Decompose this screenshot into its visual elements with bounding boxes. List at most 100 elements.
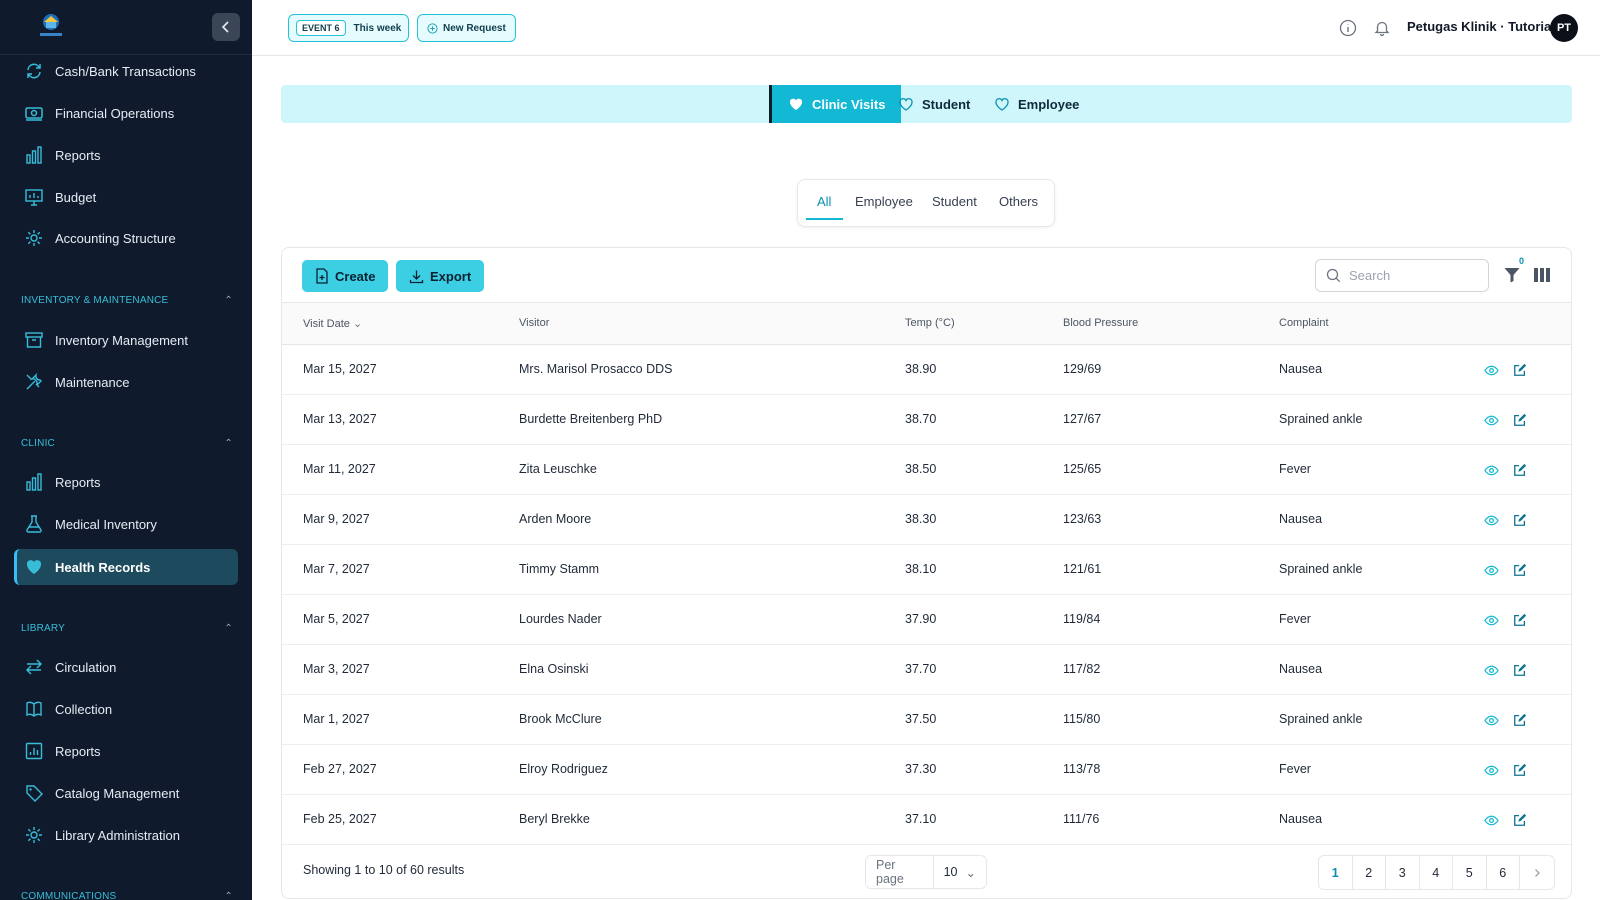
sidebar-item-collection[interactable]: Collection bbox=[14, 691, 238, 727]
sub-tab-student[interactable]: Student bbox=[932, 194, 977, 209]
section-library[interactable]: LIBRARY ⌃ bbox=[21, 623, 233, 634]
event-filter-pill[interactable]: EVENT 6 This week bbox=[288, 14, 410, 42]
table-row[interactable]: Mar 5, 2027 Lourdes Nader 37.90 119/84 Fever bbox=[282, 595, 1571, 645]
new-request-button[interactable]: New Request bbox=[417, 14, 516, 42]
table-row[interactable]: Mar 13, 2027 Burdette Breitenberg PhD 38.7… bbox=[282, 395, 1571, 445]
column-header-blood-pressure[interactable]: Blood Pressure bbox=[1063, 317, 1138, 329]
edit-pencil-icon[interactable] bbox=[1511, 711, 1529, 729]
filter-icon[interactable] bbox=[1503, 266, 1521, 284]
page-button-3[interactable]: 3 bbox=[1386, 856, 1420, 889]
edit-pencil-icon[interactable] bbox=[1511, 561, 1529, 579]
sub-tab-all[interactable]: All bbox=[817, 194, 831, 209]
sidebar-item-library-administration[interactable]: Library Administration bbox=[14, 817, 238, 853]
sidebar-item-budget[interactable]: Budget bbox=[14, 179, 238, 215]
temp-cell: 37.70 bbox=[905, 662, 937, 676]
column-header-visit-date[interactable]: Visit Date ⌄ bbox=[303, 317, 362, 330]
gear-icon bbox=[24, 825, 44, 845]
columns-icon[interactable] bbox=[1533, 267, 1551, 283]
column-header-visitor[interactable]: Visitor bbox=[519, 317, 549, 329]
column-header-temp[interactable]: Temp (°C) bbox=[905, 317, 955, 329]
sidebar-item-clinic-reports[interactable]: Reports bbox=[14, 464, 238, 500]
info-icon[interactable] bbox=[1338, 18, 1358, 38]
temp-cell: 38.70 bbox=[905, 412, 937, 426]
table-row[interactable]: Feb 27, 2027 Elroy Rodriguez 37.30 113/78 Fe… bbox=[282, 745, 1571, 795]
view-eye-icon[interactable] bbox=[1482, 561, 1500, 579]
sidebar-item-health-records[interactable]: Health Records bbox=[14, 549, 238, 585]
sidebar-item-accounting-structure[interactable]: Accounting Structure bbox=[14, 220, 238, 256]
section-clinic[interactable]: CLINIC ⌃ bbox=[21, 438, 233, 449]
avatar[interactable]: PT bbox=[1550, 14, 1578, 42]
create-button[interactable]: Create bbox=[302, 260, 389, 292]
page-button-1[interactable]: 1 bbox=[1319, 856, 1353, 889]
money-icon bbox=[24, 103, 44, 123]
sidebar-item-cash-bank-transactions[interactable]: Cash/Bank Transactions bbox=[14, 53, 238, 89]
wrench-screwdriver-icon bbox=[24, 372, 44, 392]
table-row[interactable]: Mar 7, 2027 Timmy Stamm 38.10 121/61 Spraine… bbox=[282, 545, 1571, 595]
sidebar-item-medical-inventory[interactable]: Medical Inventory bbox=[14, 506, 238, 542]
view-eye-icon[interactable] bbox=[1482, 611, 1500, 629]
sidebar-item-catalog-management[interactable]: Catalog Management bbox=[14, 775, 238, 811]
complaint-cell: Fever bbox=[1279, 612, 1311, 626]
edit-pencil-icon[interactable] bbox=[1511, 511, 1529, 529]
next-page-button[interactable] bbox=[1520, 856, 1554, 889]
table-row[interactable]: Mar 3, 2027 Elna Osinski 37.70 117/82 Nausea bbox=[282, 645, 1571, 695]
view-eye-icon[interactable] bbox=[1482, 511, 1500, 529]
table-row[interactable]: Mar 9, 2027 Arden Moore 38.30 123/63 Nausea bbox=[282, 495, 1571, 545]
view-eye-icon[interactable] bbox=[1482, 711, 1500, 729]
sidebar-item-label: Financial Operations bbox=[55, 105, 175, 121]
create-label: Create bbox=[335, 268, 376, 284]
edit-pencil-icon[interactable] bbox=[1511, 761, 1529, 779]
page-button-6[interactable]: 6 bbox=[1487, 856, 1520, 889]
edit-pencil-icon[interactable] bbox=[1511, 461, 1529, 479]
visitor-type-tabs: All Employee Student Others bbox=[797, 179, 1055, 227]
page-button-4[interactable]: 4 bbox=[1420, 856, 1453, 889]
tab-employee[interactable]: Employee bbox=[978, 85, 1095, 123]
sidebar-item-label: Budget bbox=[55, 189, 97, 205]
complaint-cell: Sprained ankle bbox=[1279, 412, 1363, 426]
sidebar-item-label: Medical Inventory bbox=[55, 516, 157, 532]
sidebar-item-maintenance[interactable]: Maintenance bbox=[14, 364, 238, 400]
view-eye-icon[interactable] bbox=[1482, 361, 1500, 379]
table-row[interactable]: Mar 1, 2027 Brook McClure 37.50 115/80 Sprai… bbox=[282, 695, 1571, 745]
temp-cell: 37.90 bbox=[905, 612, 937, 626]
section-communications[interactable]: COMMUNICATIONS ⌃ bbox=[21, 891, 233, 900]
page-button-2[interactable]: 2 bbox=[1353, 856, 1386, 889]
table-row[interactable]: Mar 15, 2027 Mrs. Marisol Prosacco DDS 38.… bbox=[282, 345, 1571, 395]
section-inventory-maintenance[interactable]: INVENTORY & MAINTENANCE ⌃ bbox=[21, 295, 233, 306]
sidebar-item-circulation[interactable]: Circulation bbox=[14, 649, 238, 685]
sidebar-item-library-reports[interactable]: Reports bbox=[14, 733, 238, 769]
view-eye-icon[interactable] bbox=[1482, 811, 1500, 829]
export-button[interactable]: Export bbox=[396, 260, 485, 292]
visit-date-cell: Mar 3, 2027 bbox=[303, 662, 370, 676]
complaint-cell: Nausea bbox=[1279, 512, 1323, 526]
edit-pencil-icon[interactable] bbox=[1511, 811, 1529, 829]
school-logo-icon[interactable] bbox=[34, 12, 68, 40]
sidebar-item-label: Accounting Structure bbox=[55, 230, 176, 246]
visit-date-cell: Mar 9, 2027 bbox=[303, 512, 370, 526]
column-header-complaint[interactable]: Complaint bbox=[1279, 317, 1329, 329]
sidebar-item-inventory-management[interactable]: Inventory Management bbox=[14, 322, 238, 358]
collapse-sidebar-button[interactable] bbox=[212, 13, 240, 41]
user-name[interactable]: Petugas Klinik · Tutorial bbox=[1407, 19, 1555, 34]
edit-pencil-icon[interactable] bbox=[1511, 611, 1529, 629]
edit-pencil-icon[interactable] bbox=[1511, 411, 1529, 429]
view-eye-icon[interactable] bbox=[1482, 461, 1500, 479]
view-eye-icon[interactable] bbox=[1482, 761, 1500, 779]
tab-student[interactable]: Student bbox=[882, 85, 986, 123]
sidebar-item-financial-operations[interactable]: Financial Operations bbox=[14, 95, 238, 131]
page-button-5[interactable]: 5 bbox=[1453, 856, 1487, 889]
sub-tab-others[interactable]: Others bbox=[999, 194, 1038, 209]
table-row[interactable]: Feb 25, 2027 Beryl Brekke 37.10 111/76 Nause… bbox=[282, 795, 1571, 845]
bell-icon[interactable] bbox=[1372, 18, 1392, 38]
edit-pencil-icon[interactable] bbox=[1511, 661, 1529, 679]
view-eye-icon[interactable] bbox=[1482, 411, 1500, 429]
search-input[interactable] bbox=[1349, 268, 1469, 283]
visit-date-cell: Mar 15, 2027 bbox=[303, 362, 377, 376]
per-page-select[interactable]: 10 ⌄ bbox=[934, 865, 986, 880]
edit-pencil-icon[interactable] bbox=[1511, 361, 1529, 379]
sub-tab-employee[interactable]: Employee bbox=[855, 194, 913, 209]
sidebar-item-label: Library Administration bbox=[55, 827, 180, 843]
view-eye-icon[interactable] bbox=[1482, 661, 1500, 679]
table-row[interactable]: Mar 11, 2027 Zita Leuschke 38.50 125/65 Feve… bbox=[282, 445, 1571, 495]
sidebar-item-reports[interactable]: Reports bbox=[14, 137, 238, 173]
